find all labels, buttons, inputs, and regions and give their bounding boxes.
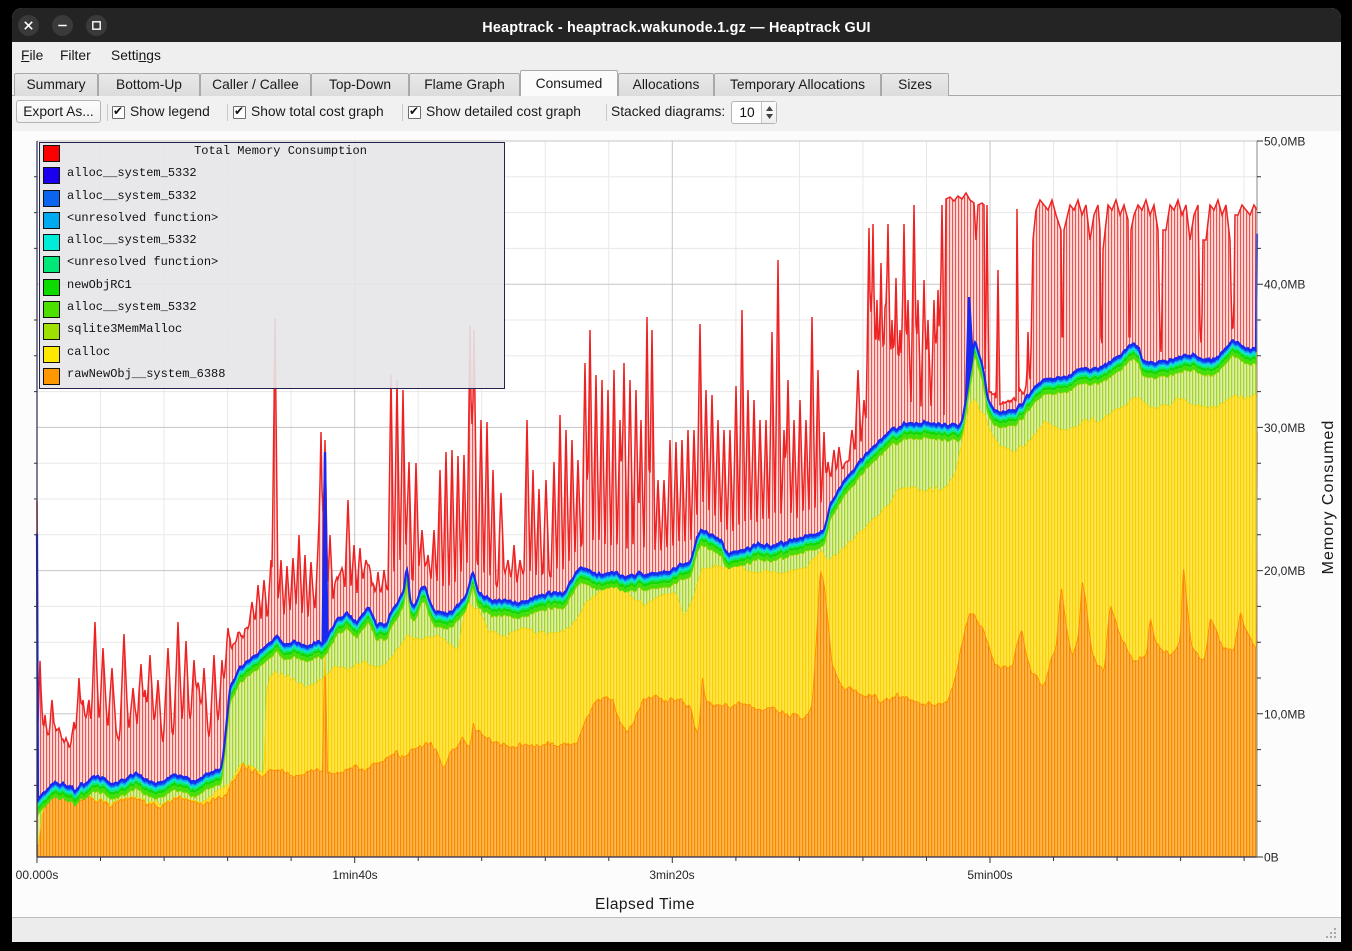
svg-text:5min00s: 5min00s — [967, 868, 1012, 882]
svg-text:3min20s: 3min20s — [649, 868, 694, 882]
svg-text:0B: 0B — [1264, 851, 1279, 865]
svg-text:20,0MB: 20,0MB — [1264, 564, 1305, 578]
svg-text:00.000s: 00.000s — [16, 868, 59, 882]
svg-text:10,0MB: 10,0MB — [1264, 707, 1305, 721]
svg-text:Memory Consumed: Memory Consumed — [1320, 420, 1337, 575]
svg-text:1min40s: 1min40s — [332, 868, 377, 882]
svg-text:Elapsed Time: Elapsed Time — [595, 896, 695, 913]
svg-text:50,0MB: 50,0MB — [1264, 135, 1305, 149]
svg-text:40,0MB: 40,0MB — [1264, 278, 1305, 292]
svg-text:30,0MB: 30,0MB — [1264, 421, 1305, 435]
